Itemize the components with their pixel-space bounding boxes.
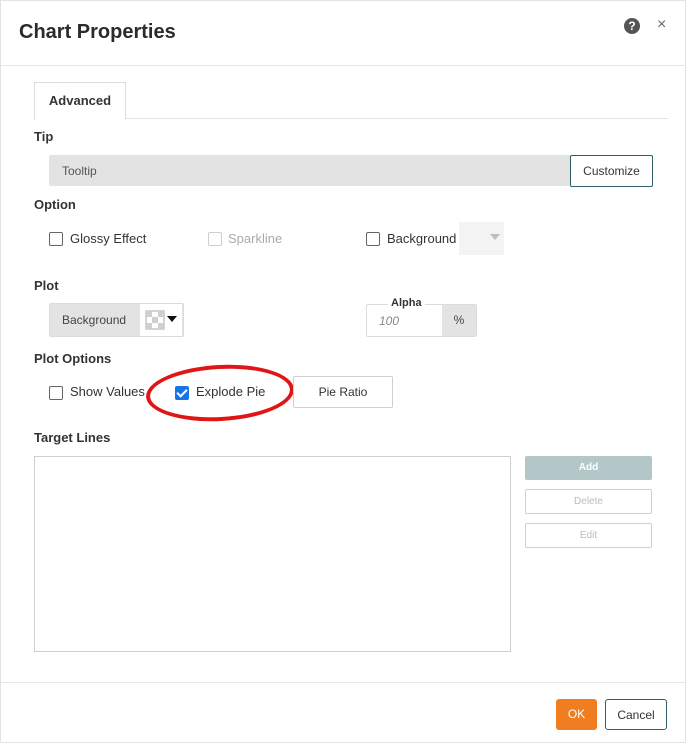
dialog-title: Chart Properties	[19, 21, 176, 43]
background-color-dropdown[interactable]	[459, 222, 504, 255]
glossy-effect-label: Glossy Effect	[70, 231, 147, 246]
plot-background-picker[interactable]: Background	[49, 303, 184, 337]
tab-strip	[34, 118, 668, 119]
glossy-effect-checkbox[interactable]	[49, 232, 63, 246]
chart-properties-dialog: Chart Properties ? × Advanced Tip Toolti…	[0, 0, 686, 743]
tooltip-value: Tooltip	[62, 164, 97, 178]
dialog-header: Chart Properties ? ×	[1, 1, 685, 66]
sparkline-checkbox	[208, 232, 222, 246]
alpha-unit: %	[442, 305, 476, 336]
highlight-ellipse	[144, 361, 296, 425]
plot-section-label: Plot	[34, 278, 59, 293]
sparkline-label: Sparkline	[228, 231, 283, 246]
caret-down-icon	[167, 316, 177, 322]
help-icon[interactable]: ?	[624, 18, 640, 34]
pie-ratio-button[interactable]: Pie Ratio	[293, 376, 393, 408]
plot-options-section-label: Plot Options	[34, 351, 112, 366]
alpha-label: Alpha	[388, 297, 425, 309]
tooltip-field[interactable]: Tooltip	[49, 155, 570, 186]
footer-divider	[1, 682, 685, 683]
transparent-swatch-icon	[145, 310, 177, 330]
show-values-label: Show Values	[70, 384, 145, 399]
alpha-placeholder: 100	[379, 314, 400, 328]
edit-target-line-button[interactable]: Edit	[525, 523, 652, 548]
background-checkbox[interactable]	[366, 232, 380, 246]
show-values-checkbox[interactable]	[49, 386, 63, 400]
delete-target-line-button[interactable]: Delete	[525, 489, 652, 514]
tip-section-label: Tip	[34, 129, 54, 144]
plot-background-label: Background	[62, 313, 127, 327]
ok-button[interactable]: OK	[556, 699, 597, 730]
add-target-line-button[interactable]: Add	[525, 456, 652, 480]
customize-button[interactable]: Customize	[570, 155, 653, 187]
cancel-button[interactable]: Cancel	[605, 699, 667, 730]
background-label: Background	[387, 231, 457, 246]
color-swatch[interactable]	[140, 304, 182, 336]
option-section-label: Option	[34, 197, 76, 212]
close-icon[interactable]: ×	[657, 15, 666, 35]
target-lines-list[interactable]	[34, 456, 511, 652]
target-lines-section-label: Target Lines	[34, 430, 111, 445]
tab-advanced[interactable]: Advanced	[34, 82, 126, 120]
